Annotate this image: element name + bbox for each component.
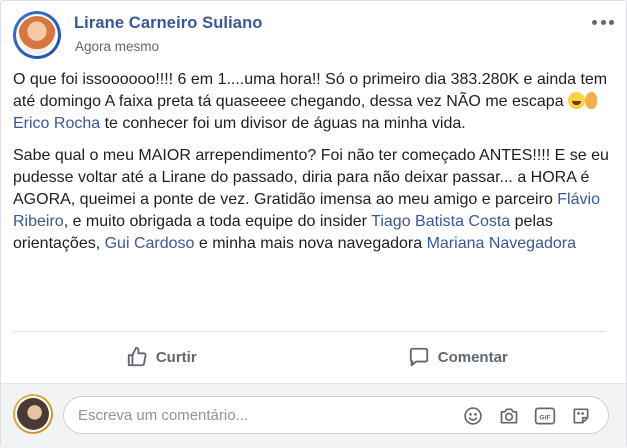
paragraph-text: te conhecer foi um divisor de águas na m… bbox=[100, 115, 466, 132]
post-actions: Curtir Comentar bbox=[13, 337, 606, 377]
comment-input[interactable] bbox=[78, 397, 438, 433]
camera-icon[interactable] bbox=[498, 405, 520, 427]
svg-text:GIF: GIF bbox=[539, 414, 550, 421]
paragraph-text: O que foi issoooooo!!!! 6 em 1....uma ho… bbox=[13, 71, 608, 110]
comment-icon bbox=[409, 347, 428, 367]
comment-button[interactable]: Comentar bbox=[310, 337, 607, 377]
paragraph-text: Sabe qual o meu MAIOR arrependimento? Fo… bbox=[13, 147, 609, 208]
post-paragraph-1: O que foi issoooooo!!!! 6 em 1....uma ho… bbox=[13, 69, 613, 135]
comment-box[interactable]: GIF bbox=[63, 396, 609, 434]
mention-link[interactable]: Tiago Batista Costa bbox=[371, 213, 510, 230]
comment-attachments: GIF bbox=[462, 405, 592, 427]
grinning-emoji bbox=[568, 92, 586, 109]
comment-composer: GIF bbox=[1, 383, 626, 448]
post-card: Lirane Carneiro Suliano Agora mesmo O qu… bbox=[0, 0, 627, 448]
author-name[interactable]: Lirane Carneiro Suliano bbox=[74, 14, 262, 33]
more-options-icon[interactable] bbox=[592, 17, 614, 27]
current-user-avatar[interactable] bbox=[13, 394, 53, 434]
gif-icon[interactable]: GIF bbox=[534, 405, 556, 427]
post-header: Lirane Carneiro Suliano Agora mesmo bbox=[13, 11, 614, 61]
post-timestamp[interactable]: Agora mesmo bbox=[75, 39, 159, 54]
author-avatar[interactable] bbox=[13, 11, 61, 59]
post-paragraph-2: Sabe qual o meu MAIOR arrependimento? Fo… bbox=[13, 145, 613, 255]
paragraph-text: , e muito obrigada a toda equipe do insi… bbox=[63, 213, 372, 230]
emoji-icon[interactable] bbox=[462, 405, 484, 427]
actions-divider bbox=[13, 331, 606, 332]
mention-link[interactable]: Mariana Navegadora bbox=[427, 235, 576, 252]
comment-label: Comentar bbox=[437, 348, 508, 366]
sticker-icon[interactable] bbox=[570, 405, 592, 427]
paragraph-text: e minha mais nova navegadora bbox=[194, 235, 427, 252]
post-body: O que foi issoooooo!!!! 6 em 1....uma ho… bbox=[13, 69, 613, 265]
like-button[interactable]: Curtir bbox=[13, 337, 310, 377]
mention-link[interactable]: Gui Cardoso bbox=[105, 235, 195, 252]
like-label: Curtir bbox=[155, 348, 197, 366]
like-icon bbox=[127, 346, 147, 367]
ear-emoji bbox=[585, 92, 598, 109]
mention-link[interactable]: Erico Rocha bbox=[13, 115, 100, 132]
